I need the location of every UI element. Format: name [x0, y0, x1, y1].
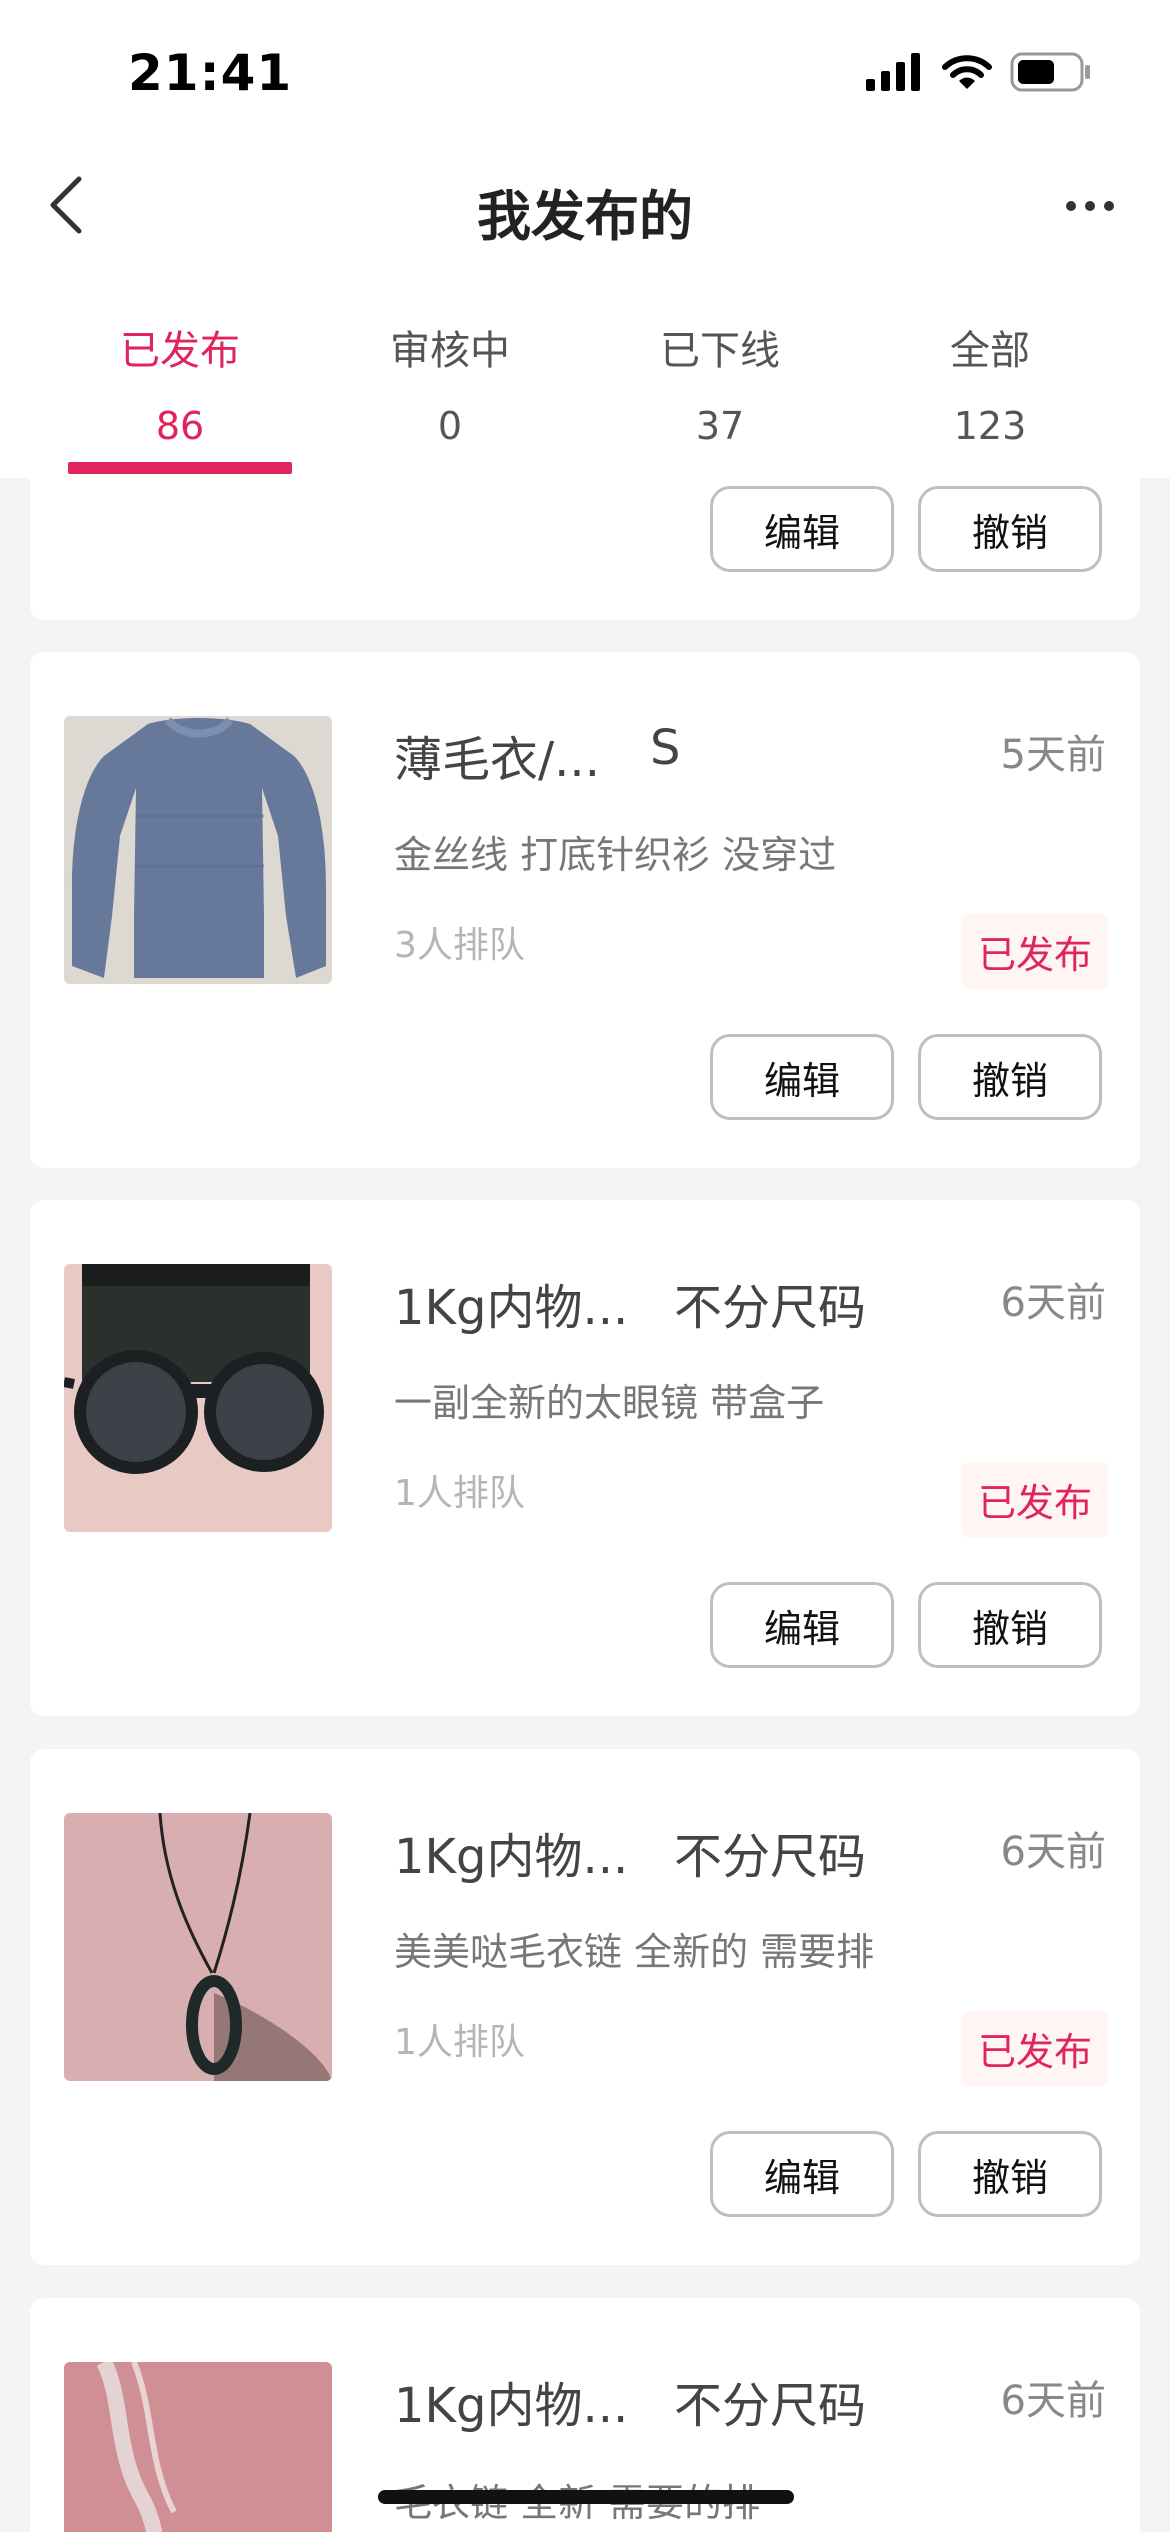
item-thumbnail — [64, 1813, 332, 2081]
withdraw-button[interactable]: 撤销 — [918, 1582, 1102, 1668]
tab-label: 审核中 — [390, 328, 510, 374]
item-thumbnail — [64, 1264, 332, 1532]
item-thumbnail — [64, 2362, 332, 2532]
item-thumbnail — [64, 716, 332, 984]
header: 21:41 我发布的 已发布 86 审核中 0 已下线 37 全部 123 — [0, 0, 1170, 478]
item-size: 不分尺码 — [674, 2378, 867, 2434]
tab-count: 86 — [155, 404, 205, 448]
list-item[interactable]: 薄毛衣/... S 5天前 金丝线 打底针织衫 没穿过 3人排队 已发布 编辑 … — [30, 652, 1140, 1168]
page-title: 我发布的 — [477, 185, 693, 248]
tab-count: 0 — [437, 404, 463, 448]
active-tab-indicator — [68, 462, 292, 474]
status-bar-time: 21:41 — [128, 44, 293, 102]
tab-count: 123 — [953, 404, 1027, 448]
status-bar-icons — [864, 52, 1092, 96]
edit-button[interactable]: 编辑 — [710, 486, 894, 572]
more-dots-icon — [1066, 201, 1114, 211]
edit-button[interactable]: 编辑 — [710, 1582, 894, 1668]
item-title: 1Kg内物... — [394, 1829, 629, 1885]
item-size: 不分尺码 — [674, 1280, 867, 1336]
withdraw-button[interactable]: 撤销 — [918, 486, 1102, 572]
tab-offline[interactable]: 已下线 37 — [600, 310, 840, 478]
edit-button[interactable]: 编辑 — [710, 2131, 894, 2217]
item-title: 1Kg内物... — [394, 1280, 629, 1336]
item-size: 不分尺码 — [674, 1829, 867, 1885]
item-title: 薄毛衣/... — [394, 732, 600, 788]
tab-reviewing[interactable]: 审核中 0 — [330, 310, 570, 478]
item-description: 一副全新的太眼镜 带盒子 — [394, 1381, 825, 1425]
tab-label: 已下线 — [660, 328, 780, 374]
item-size: S — [650, 720, 681, 776]
wifi-icon — [942, 53, 992, 95]
more-button[interactable] — [1050, 176, 1130, 236]
status-tabs: 已发布 86 审核中 0 已下线 37 全部 123 — [0, 310, 1170, 478]
item-queue-count: 1人排队 — [394, 1473, 525, 1514]
status-badge: 已发布 — [961, 1462, 1108, 1537]
home-indicator — [378, 2490, 794, 2504]
status-badge: 已发布 — [961, 914, 1108, 989]
status-badge: 已发布 — [961, 2011, 1108, 2086]
tab-count: 37 — [695, 404, 745, 448]
item-queue-count: 1人排队 — [394, 2022, 525, 2063]
item-time: 6天前 — [1000, 1829, 1106, 1875]
tab-label: 已发布 — [120, 328, 240, 374]
list-item[interactable]: 1Kg内物... 不分尺码 6天前 美美哒毛衣链 全新的 需要排 1人排队 已发… — [30, 1749, 1140, 2265]
item-description: 美美哒毛衣链 全新的 需要排 — [394, 1930, 875, 1974]
cellular-signal-icon — [864, 53, 924, 95]
tab-label: 全部 — [950, 328, 1030, 374]
item-title: 1Kg内物... — [394, 2378, 629, 2434]
item-time: 5天前 — [1000, 732, 1106, 778]
withdraw-button[interactable]: 撤销 — [918, 1034, 1102, 1120]
tab-all[interactable]: 全部 123 — [870, 310, 1110, 478]
withdraw-button[interactable]: 撤销 — [918, 2131, 1102, 2217]
battery-icon — [1010, 52, 1092, 96]
item-time: 6天前 — [1000, 2378, 1106, 2424]
item-queue-count: 3人排队 — [394, 925, 525, 966]
item-time: 6天前 — [1000, 1280, 1106, 1326]
edit-button[interactable]: 编辑 — [710, 1034, 894, 1120]
item-description: 金丝线 打底针织衫 没穿过 — [394, 833, 837, 877]
list-item[interactable]: 1Kg内物... 不分尺码 6天前 一副全新的太眼镜 带盒子 1人排队 已发布 … — [30, 1200, 1140, 1716]
tab-published[interactable]: 已发布 86 — [60, 310, 300, 478]
